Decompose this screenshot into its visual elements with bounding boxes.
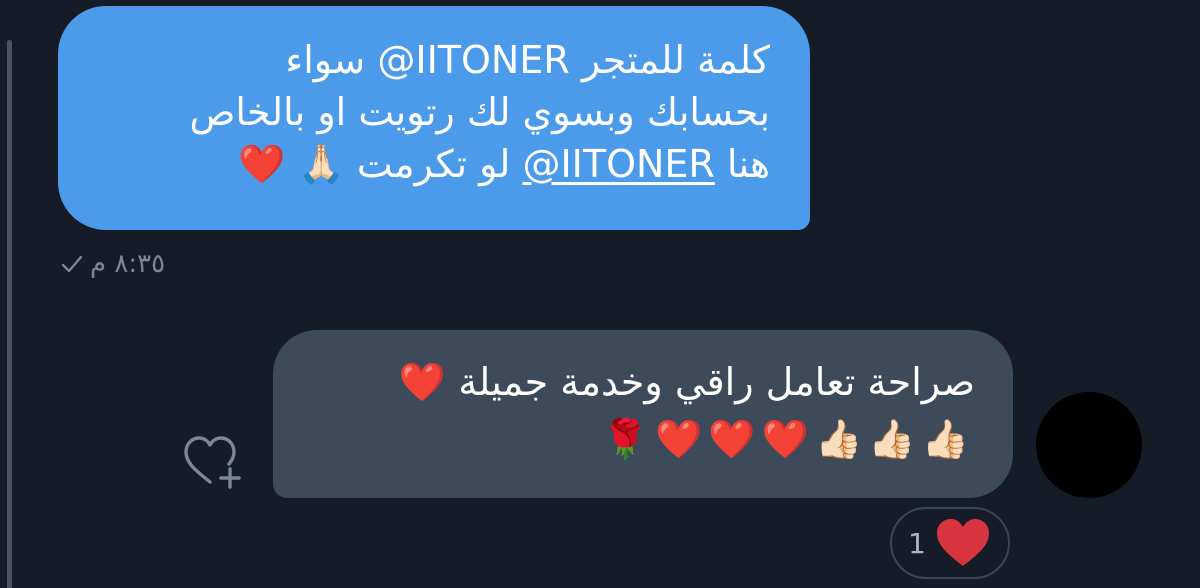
timestamp: ٨:٣٥ م [90, 249, 166, 279]
sent-message-line-1: كلمة للمتجر IITONER@ سواء [285, 38, 770, 82]
received-message-emojis: 👍🏻👍🏻👍🏻❤️❤️❤️🌹 [601, 417, 975, 461]
heart-icon [936, 519, 989, 566]
thread-line [7, 40, 12, 588]
received-message-bubble[interactable]: صراحة تعامل راقي وخدمة جميلة ❤️ 👍🏻👍🏻👍🏻❤️… [273, 330, 1013, 498]
add-reaction-button[interactable] [180, 432, 246, 492]
avatar[interactable] [1036, 392, 1142, 498]
sent-message-line-3-prefix: هنا [714, 142, 770, 186]
check-icon [61, 255, 83, 273]
reaction-count: 1 [908, 526, 926, 560]
sent-message-bubble[interactable]: كلمة للمتجر IITONER@ سواء بحسابك وبسوي ل… [58, 6, 810, 230]
sent-message-line-3-suffix: لو تكرمت 🙏🏻 ❤️ [238, 142, 523, 186]
reaction-badge[interactable]: 1 [890, 507, 1010, 579]
sent-message-line-3: هنا IITONER@ لو تكرمت 🙏🏻 ❤️ [98, 138, 770, 190]
received-message-text: صراحة تعامل راقي وخدمة جميلة ❤️ [398, 360, 975, 404]
message-status: ٨:٣٥ م [60, 246, 165, 282]
heart-plus-icon [184, 436, 241, 489]
chat-screen: كلمة للمتجر IITONER@ سواء بحسابك وبسوي ل… [0, 0, 1200, 588]
sent-message-line-2: بحسابك وبسوي لك رتويت او بالخاص [189, 90, 770, 134]
mention-link[interactable]: IITONER@ [522, 142, 714, 186]
